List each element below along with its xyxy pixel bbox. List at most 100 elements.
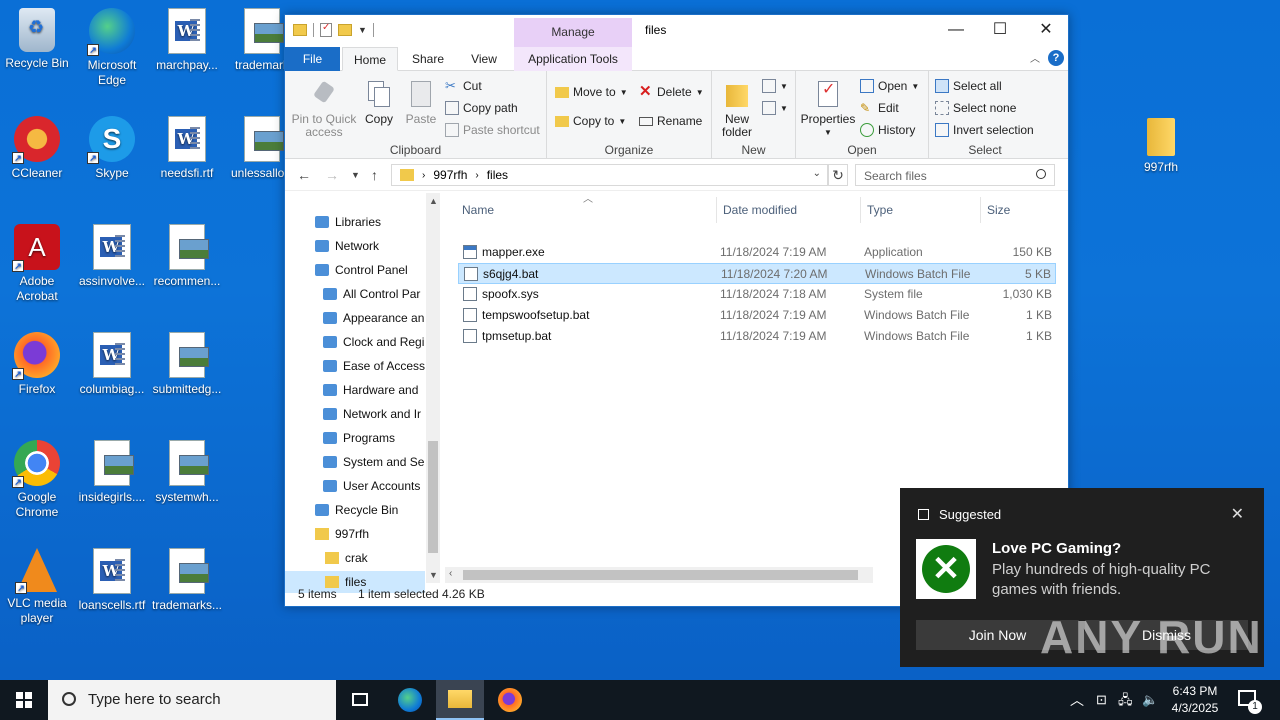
chevron-right-icon[interactable]: ›	[422, 170, 425, 181]
desktop-icon-adobe-acrobat[interactable]: A ↗ Adobe Acrobat	[0, 224, 75, 304]
nav-item[interactable]: Appearance an	[285, 307, 425, 329]
properties-button[interactable]: ✓ Properties ▼	[800, 79, 856, 139]
scroll-left-icon[interactable]: ‹	[449, 568, 452, 579]
nav-item[interactable]: System and Se	[285, 451, 425, 473]
nav-item[interactable]: Libraries	[285, 211, 425, 233]
scrollbar-thumb[interactable]	[428, 441, 438, 553]
paste-button[interactable]: Paste	[401, 79, 441, 126]
horizontal-scrollbar[interactable]: ‹	[445, 567, 873, 583]
notification-center-icon[interactable]: 1	[1238, 690, 1262, 714]
scroll-down-icon[interactable]: ▼	[429, 570, 438, 580]
desktop-icon-needsfi[interactable]: W needsfi.rtf	[149, 116, 225, 181]
column-header-type[interactable]: Type	[867, 203, 893, 217]
history-button[interactable]: History	[860, 123, 915, 137]
file-row[interactable]: mapper.exe 11/18/2024 7:19 AM Application 1…	[458, 242, 1056, 263]
clock[interactable]: 6:43 PM 4/3/2025	[1160, 683, 1230, 717]
tab-home[interactable]: Home	[342, 47, 398, 71]
taskbar-edge[interactable]	[386, 680, 434, 720]
desktop-icon-assinvolve[interactable]: W assinvolve...	[74, 224, 150, 289]
task-view-button[interactable]	[336, 680, 384, 720]
easy-access-button[interactable]: ▼	[762, 101, 788, 115]
new-item-button[interactable]: ▼	[762, 79, 788, 93]
cut-button[interactable]: ✂ Cut	[445, 79, 482, 94]
desktop-icon-chrome[interactable]: ↗ Google Chrome	[0, 440, 75, 520]
address-bar[interactable]: › 997rfh › files ⌄	[391, 164, 828, 186]
nav-item[interactable]: Programs	[285, 427, 425, 449]
nav-item[interactable]: Hardware and	[285, 379, 425, 401]
chevron-down-icon[interactable]: ▼	[358, 25, 367, 35]
manage-context-tab[interactable]: Manage	[514, 18, 632, 47]
column-header-size[interactable]: Size	[987, 203, 1010, 217]
pin-quick-access-button[interactable]: Pin to Quick access	[289, 79, 359, 139]
file-row[interactable]: s6qjg4.bat 11/18/2024 7:20 AM Windows Batc…	[458, 263, 1056, 284]
desktop-icon-insidegirls[interactable]: insidegirls....	[74, 440, 150, 505]
file-row[interactable]: tpmsetup.bat 11/18/2024 7:19 AM Windows Ba…	[458, 326, 1056, 347]
desktop-icon-ccleaner[interactable]: ↗ CCleaner	[0, 116, 75, 181]
new-folder-button[interactable]: New folder	[716, 79, 758, 139]
desktop-icon-firefox[interactable]: ↗ Firefox	[0, 332, 75, 397]
desktop-icon-997rfh[interactable]: 997rfh	[1123, 118, 1199, 175]
desktop-icon-vlc[interactable]: ↗ VLC media player	[0, 548, 75, 626]
desktop-icon-trademarks[interactable]: trademarks...	[149, 548, 225, 613]
column-divider[interactable]	[980, 197, 981, 223]
move-to-button[interactable]: Move to ▼	[555, 85, 628, 99]
forward-arrow-icon[interactable]: →	[325, 167, 339, 183]
minimize-button[interactable]: —	[933, 15, 979, 45]
scroll-up-icon[interactable]: ▲	[429, 196, 438, 206]
chevron-up-icon[interactable]: ︿	[1070, 680, 1084, 720]
rename-button[interactable]: Rename	[639, 114, 702, 128]
properties-quick-icon[interactable]: ✓	[320, 22, 332, 37]
breadcrumb-item[interactable]: files	[487, 168, 508, 182]
scrollbar-thumb[interactable]	[463, 570, 858, 580]
copy-path-button[interactable]: Copy path	[445, 101, 518, 115]
tab-file[interactable]: File	[285, 47, 340, 71]
paste-shortcut-button[interactable]: Paste shortcut	[445, 123, 540, 137]
nav-item[interactable]: crak	[285, 547, 425, 569]
desktop-icon-marchpay[interactable]: W marchpay...	[149, 8, 225, 73]
taskbar-firefox[interactable]	[486, 680, 534, 720]
desktop-icon-systemwh[interactable]: systemwh...	[149, 440, 225, 505]
help-icon[interactable]: ?	[1048, 50, 1064, 66]
column-header-date[interactable]: Date modified	[723, 203, 797, 217]
invert-selection-button[interactable]: Invert selection	[935, 123, 1034, 137]
new-folder-quick-icon[interactable]	[338, 24, 352, 36]
file-row[interactable]: tempswoofsetup.bat 11/18/2024 7:19 AM Wind…	[458, 305, 1056, 326]
collapse-ribbon-icon[interactable]: ︿	[1030, 50, 1040, 65]
column-header-name[interactable]: Name	[462, 203, 494, 217]
nav-item[interactable]: All Control Par	[285, 283, 425, 305]
select-all-button[interactable]: Select all	[935, 79, 1002, 93]
select-none-button[interactable]: Select none	[935, 101, 1016, 115]
open-button[interactable]: Open ▼	[860, 79, 919, 93]
volume-icon[interactable]: 🔈	[1142, 680, 1158, 720]
taskbar-file-explorer[interactable]	[436, 680, 484, 720]
start-button[interactable]	[0, 680, 48, 720]
edit-button[interactable]: ✎ Edit	[860, 101, 899, 115]
nav-item[interactable]: Clock and Regi	[285, 331, 425, 353]
copy-to-button[interactable]: Copy to ▼	[555, 114, 626, 128]
delete-button[interactable]: ✕ Delete ▼	[639, 84, 704, 99]
camera-icon[interactable]: ⊡	[1096, 680, 1107, 720]
nav-item[interactable]: 997rfh	[285, 523, 425, 545]
desktop-icon-loanscells[interactable]: W loanscells.rtf	[74, 548, 150, 613]
chevron-down-icon[interactable]: ⌄	[813, 168, 821, 179]
column-divider[interactable]	[860, 197, 861, 223]
desktop-icon-skype[interactable]: S ↗ Skype	[74, 116, 150, 181]
chevron-right-icon[interactable]: ›	[475, 170, 478, 181]
up-arrow-icon[interactable]: ↑	[371, 167, 378, 183]
desktop-icon-recycle-bin[interactable]: ♻ Recycle Bin	[0, 8, 75, 71]
copy-button[interactable]: Copy	[361, 79, 397, 126]
close-button[interactable]: ✕	[1023, 15, 1069, 45]
nav-item[interactable]: Network and Ir	[285, 403, 425, 425]
nav-item[interactable]: Recycle Bin	[285, 499, 425, 521]
back-arrow-icon[interactable]: ←	[297, 167, 311, 183]
desktop-icon-edge[interactable]: ↗ Microsoft Edge	[74, 8, 150, 88]
tab-application-tools[interactable]: Application Tools	[514, 47, 632, 71]
nav-item[interactable]: User Accounts	[285, 475, 425, 497]
nav-item[interactable]: Network	[285, 235, 425, 257]
network-icon[interactable]: 🖧	[1118, 680, 1133, 720]
desktop-icon-submittedg[interactable]: submittedg...	[149, 332, 225, 397]
close-icon[interactable]: ✕	[1231, 504, 1244, 524]
desktop-icon-columbiag[interactable]: W columbiag...	[74, 332, 150, 397]
taskbar-search[interactable]: Type here to search	[48, 680, 336, 720]
column-divider[interactable]	[716, 197, 717, 223]
